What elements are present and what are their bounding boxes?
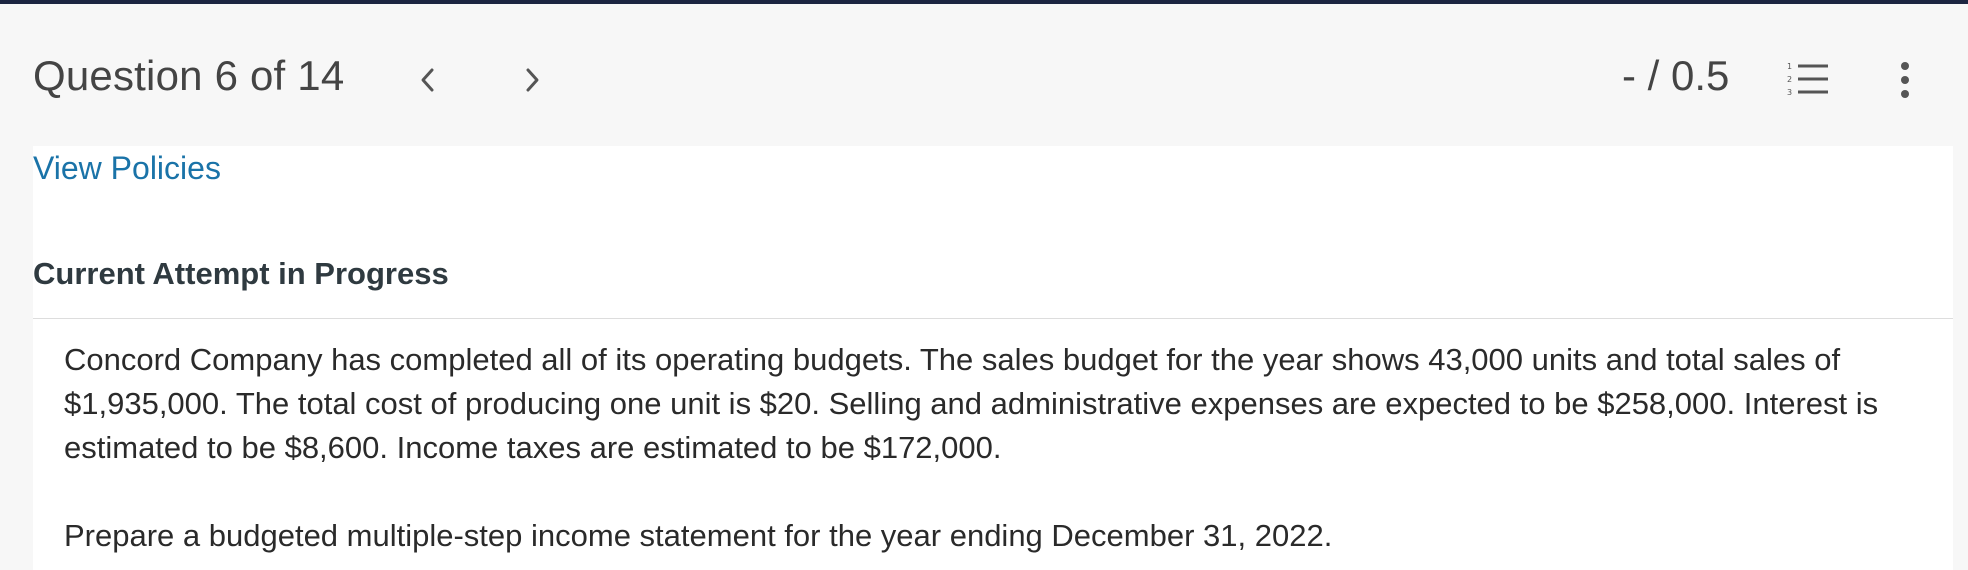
question-header: Question 6 of 14 - / 0.5 1 2 3: [0, 4, 1968, 146]
question-counter: Question 6 of 14: [33, 52, 345, 99]
previous-question-button[interactable]: [408, 58, 448, 102]
next-question-button[interactable]: [512, 58, 552, 102]
question-text: Concord Company has completed all of its…: [64, 342, 1879, 465]
attempt-heading: Current Attempt in Progress: [33, 256, 449, 291]
view-policies-link[interactable]: View Policies: [33, 150, 221, 187]
divider: [33, 318, 1953, 319]
question-content: View Policies Current Attempt in Progres…: [33, 146, 1953, 570]
more-vertical-icon: [1901, 62, 1909, 98]
numbered-list-icon: 1 2 3: [1787, 62, 1828, 97]
chevron-right-icon: [526, 68, 539, 92]
svg-text:2: 2: [1787, 75, 1792, 84]
instruction-text: Prepare a budgeted multiple-step income …: [64, 518, 1333, 553]
chevron-left-icon: [421, 68, 434, 92]
question-score: - / 0.5: [1622, 52, 1730, 99]
svg-text:1: 1: [1787, 62, 1792, 71]
question-list-button[interactable]: 1 2 3: [1786, 60, 1830, 100]
svg-text:3: 3: [1787, 88, 1792, 97]
more-options-button[interactable]: [1890, 58, 1920, 102]
